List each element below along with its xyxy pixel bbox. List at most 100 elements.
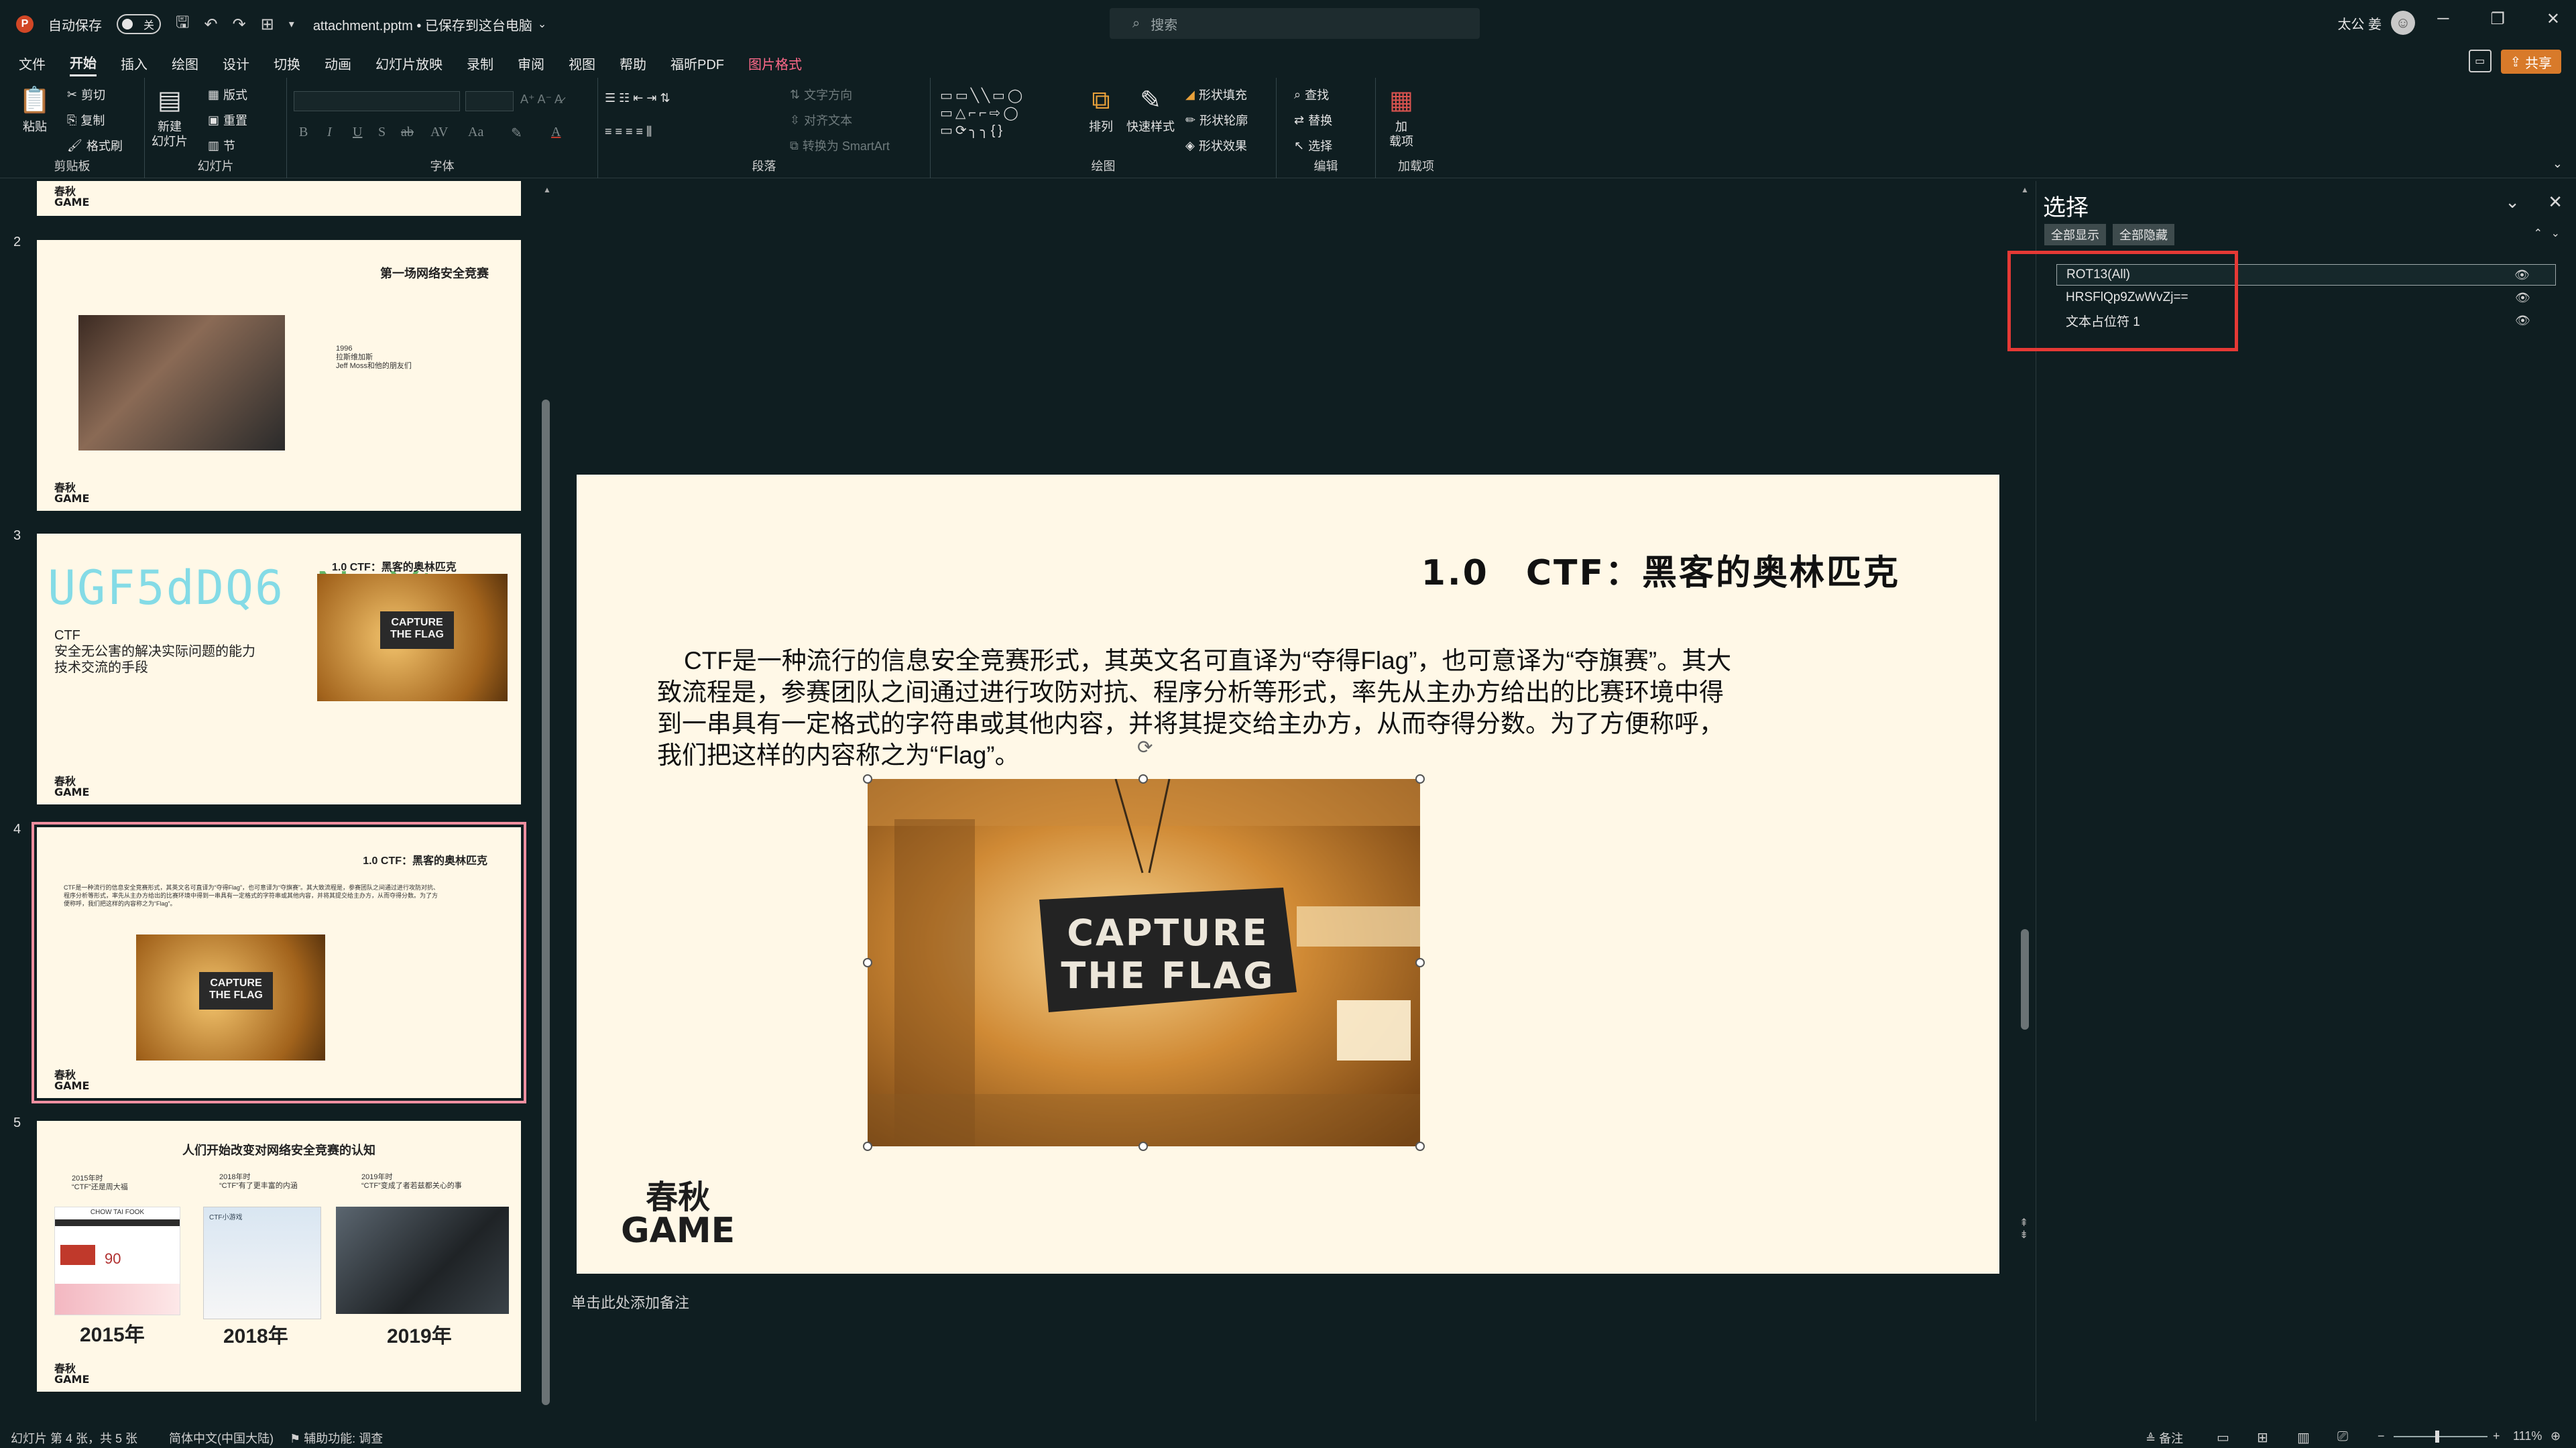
document-title[interactable]: attachment.pptm • 已保存到这台电脑 (313, 15, 532, 34)
smartart-button[interactable]: ⧉ 转换为 SmartArt (790, 137, 890, 154)
paste-button[interactable]: 📋 粘贴 (19, 84, 50, 134)
text-direction-button[interactable]: ⇅ 文字方向 (790, 86, 852, 103)
search-input[interactable]: 搜索 (1151, 14, 1177, 34)
slide-thumbnail-1[interactable]: 春秋 GAME (37, 181, 521, 216)
slide-canvas[interactable]: 1.0 CTF：黑客的奥林匹克 CTF是一种流行的信息安全竞赛形式，其英文名可直… (577, 475, 1999, 1274)
change-case-icon[interactable]: Aa (468, 125, 483, 140)
resize-handle-s[interactable] (1138, 1142, 1148, 1151)
fit-to-window-icon[interactable]: ⊕ (2551, 1429, 2561, 1443)
chevron-down-icon[interactable]: ⌄ (538, 17, 546, 31)
slide-thumbnail-4[interactable]: 1.0 CTF：黑客的奥林匹克 CTF是一种流行的信息安全竞赛形式，其英文名可直… (32, 822, 526, 1103)
resize-handle-ne[interactable] (1415, 774, 1425, 784)
tab-picture-format[interactable]: 图片格式 (748, 51, 802, 76)
italic-icon[interactable]: I (327, 125, 332, 140)
slide-sorter-icon[interactable]: ⊞ (2257, 1429, 2268, 1446)
resize-handle-w[interactable] (863, 958, 872, 967)
slide-title[interactable]: 1.0 CTF：黑客的奥林匹克 (1421, 544, 1900, 595)
thumbnail-scrollbar[interactable]: ▲ (542, 185, 551, 1420)
send-backward-icon[interactable]: ⌄ (2551, 227, 2560, 240)
notes-toggle[interactable]: ≜ 备注 (2146, 1429, 2183, 1447)
notes-placeholder[interactable]: 单击此处添加备注 (571, 1291, 689, 1313)
layout-button[interactable]: ▦ 版式 (208, 86, 247, 103)
notes-pane[interactable]: 单击此处添加备注 (562, 1284, 2019, 1419)
show-all-button[interactable]: 全部显示 (2044, 224, 2106, 245)
quick-styles-button[interactable]: ✎ 快速样式 (1126, 84, 1175, 134)
slide-body-text[interactable]: CTF是一种流行的信息安全竞赛形式，其英文名可直译为“夺得Flag”，也可意译为… (657, 645, 1743, 771)
strikethrough-icon[interactable]: ab (401, 125, 414, 140)
tab-home[interactable]: 开始 (70, 50, 97, 76)
minimize-icon[interactable]: ─ (2437, 9, 2449, 29)
align-icons[interactable]: ≡ ≡ ≡ ≡ ⫼ (605, 125, 652, 139)
close-icon[interactable]: ✕ (2546, 9, 2560, 29)
autosave-toggle[interactable]: 关 (117, 14, 161, 34)
share-button[interactable]: ⇪ 共享 (2500, 50, 2561, 74)
zoom-level[interactable]: 111% (2513, 1429, 2542, 1443)
zoom-out-icon[interactable]: − (2378, 1429, 2385, 1443)
shape-fill-button[interactable]: ◢ 形状填充 (1185, 86, 1247, 103)
shadow-icon[interactable]: S (378, 125, 386, 140)
cut-button[interactable]: ✂ 剪切 (67, 86, 105, 103)
font-color-icon[interactable]: A (551, 125, 561, 140)
hide-all-button[interactable]: 全部隐藏 (2113, 224, 2174, 245)
normal-view-icon[interactable]: ▭ (2217, 1429, 2229, 1446)
visibility-eye-icon[interactable]: 👁 (2515, 291, 2530, 305)
bullets-icon[interactable]: ☰ ☷ ⇤ ⇥ ⇅ (605, 91, 670, 105)
reset-button[interactable]: ▣ 重置 (208, 111, 247, 129)
slideshow-icon[interactable]: ⎚ (2337, 1429, 2348, 1445)
pane-close-icon[interactable]: ✕ (2548, 192, 2563, 213)
visibility-eye-icon[interactable]: 👁 (2515, 314, 2530, 328)
shapes-gallery[interactable]: ▭▭╲╲▭◯ ▭△⌐⌐⇨◯ ▭⟳╮╮{} (940, 87, 1074, 141)
redo-icon[interactable]: ↷ (233, 15, 246, 34)
slide-thumbnail-3[interactable]: UGF5dDQ6 NmYt 1.0 CTF：黑客的奥林匹克 CAPTURE TH… (37, 534, 521, 804)
arrange-button[interactable]: ⧉ 排列 (1086, 84, 1116, 134)
tab-animations[interactable]: 动画 (325, 51, 351, 76)
reading-view-icon[interactable]: ▥ (2297, 1429, 2310, 1446)
align-text-button[interactable]: ⇳ 对齐文本 (790, 111, 852, 129)
format-painter-button[interactable]: 🖌 格式刷 (67, 137, 123, 154)
prev-next-slide-icon[interactable]: ⇞ ⇟ (2019, 1217, 2028, 1242)
scrollbar-thumb[interactable] (2021, 929, 2029, 1030)
resize-handle-sw[interactable] (863, 1142, 872, 1151)
visibility-eye-icon[interactable]: 👁 (2514, 268, 2530, 282)
addins-button[interactable]: ▦ 加 载项 (1387, 84, 1416, 149)
tab-foxit-pdf[interactable]: 福昕PDF (670, 51, 724, 76)
shape-effects-button[interactable]: ◈ 形状效果 (1185, 137, 1247, 154)
tab-insert[interactable]: 插入 (121, 51, 148, 76)
pane-options-icon[interactable]: ⌄ (2505, 192, 2520, 213)
char-spacing-icon[interactable]: AV (430, 125, 448, 140)
select-button[interactable]: ↖ 选择 (1294, 137, 1332, 154)
accessibility-status[interactable]: ⚑ 辅助功能: 调查 (290, 1429, 383, 1447)
user-account[interactable]: 太公 姜 ☺ (2337, 11, 2415, 35)
zoom-slider[interactable] (2394, 1436, 2487, 1437)
section-button[interactable]: ▥ 节 (208, 137, 235, 154)
resize-handle-nw[interactable] (863, 774, 872, 784)
present-icon[interactable]: ⊞ (261, 15, 274, 34)
bold-icon[interactable]: B (299, 125, 308, 140)
underline-icon[interactable]: U (353, 125, 362, 140)
shape-outline-button[interactable]: ✏ 形状轮廓 (1185, 111, 1248, 129)
resize-handle-se[interactable] (1415, 1142, 1425, 1151)
bring-forward-icon[interactable]: ⌃ (2534, 227, 2542, 240)
tab-slideshow[interactable]: 幻灯片放映 (375, 51, 443, 76)
font-family-select[interactable] (294, 91, 460, 111)
tab-draw[interactable]: 绘图 (172, 51, 198, 76)
customize-qat-icon[interactable]: ▾ (289, 17, 294, 31)
tab-review[interactable]: 审阅 (518, 51, 544, 76)
collapse-ribbon-icon[interactable]: ⌄ (2553, 157, 2563, 171)
tab-file[interactable]: 文件 (19, 51, 46, 76)
scroll-up-icon[interactable]: ▲ (2021, 185, 2029, 194)
font-size-select[interactable] (465, 91, 514, 111)
tab-view[interactable]: 视图 (569, 51, 595, 76)
undo-icon[interactable]: ↶ (204, 15, 217, 34)
new-slide-button[interactable]: ▤ 新建 幻灯片 (152, 84, 188, 149)
comments-icon[interactable]: ▭ (2468, 50, 2492, 72)
find-button[interactable]: ⌕ 查找 (1294, 86, 1329, 103)
rotate-handle-icon[interactable]: ⟳ (1137, 736, 1153, 758)
zoom-slider-thumb[interactable] (2435, 1431, 2439, 1443)
scroll-up-icon[interactable]: ▲ (543, 185, 551, 194)
language[interactable]: 简体中文(中国大陆) (169, 1429, 274, 1447)
font-grow-icon[interactable]: A⁺ A⁻ A̷ (520, 93, 563, 107)
avatar[interactable]: ☺ (2391, 11, 2415, 35)
tab-transitions[interactable]: 切换 (274, 51, 300, 76)
search-box[interactable]: ⌕ 搜索 (1110, 8, 1480, 39)
